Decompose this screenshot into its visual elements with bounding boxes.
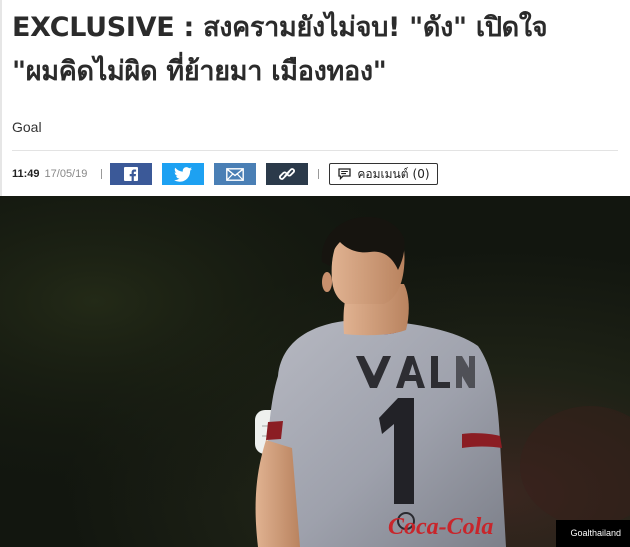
separator: [318, 169, 320, 179]
share-email-button[interactable]: [214, 163, 257, 185]
article-meta-bar: 11:49 17/05/19 คอมเมนต์ (0): [12, 162, 618, 186]
divider: [12, 150, 618, 151]
twitter-icon: [174, 166, 193, 182]
headline-line-2: "ผมคิดไม่ผิด ที่ย้ายมา เมืองทอง": [12, 56, 387, 87]
comments-button[interactable]: คอมเมนต์ (0): [329, 163, 438, 185]
separator: [101, 169, 103, 179]
facebook-icon: [124, 167, 139, 182]
publish-date: 17/05/19: [44, 168, 88, 180]
share-twitter-button[interactable]: [162, 163, 205, 185]
photo-credit: Goalthailand: [556, 520, 630, 547]
copy-link-button[interactable]: [266, 163, 309, 185]
email-icon: [226, 167, 245, 181]
comment-icon: [338, 168, 352, 180]
left-border: [0, 0, 2, 196]
goalkeeper-photo: Coca-Cola: [0, 196, 630, 547]
headline-line-1: EXCLUSIVE : สงครามยังไม่จบ! "ดัง" เปิดใจ: [12, 12, 548, 43]
comments-count: (0): [412, 167, 430, 181]
publish-time: 11:49: [12, 168, 40, 180]
author-name[interactable]: Goal: [12, 119, 42, 135]
sponsor-logo-text: Coca-Cola: [388, 514, 493, 540]
article-headline: EXCLUSIVE : สงครามยังไม่จบ! "ดัง" เปิดใจ…: [12, 6, 624, 94]
share-facebook-button[interactable]: [110, 163, 153, 185]
link-icon: [279, 168, 296, 180]
comments-label: คอมเมนต์: [357, 166, 409, 181]
hero-image[interactable]: Coca-Cola Goalthailand: [0, 196, 630, 547]
